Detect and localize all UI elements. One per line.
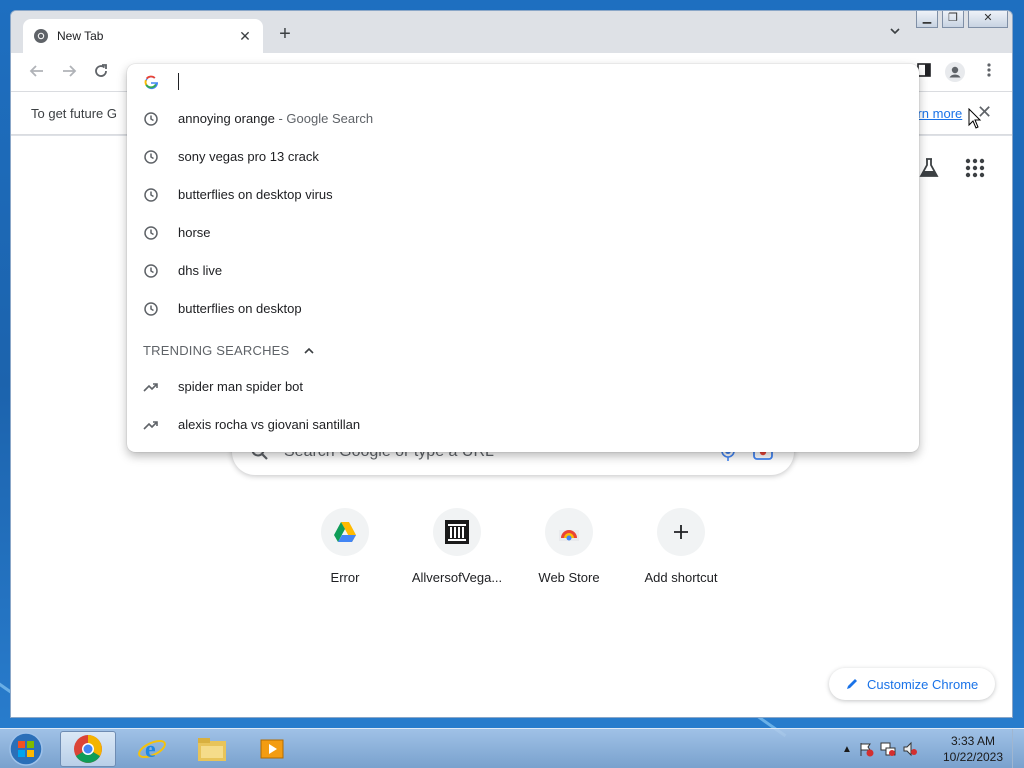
history-clock-icon	[144, 264, 158, 278]
suggestion-item[interactable]: dhs live	[127, 252, 919, 290]
labs-flask-icon[interactable]	[917, 156, 941, 180]
chevron-up-icon[interactable]	[303, 345, 315, 357]
suggestion-text: sony vegas pro 13 crack	[178, 149, 319, 164]
forward-arrow-icon[interactable]	[59, 62, 79, 82]
omnibox-dropdown: annoying orange - Google Search sony veg…	[127, 64, 919, 452]
volume-muted-icon[interactable]	[902, 741, 918, 757]
maximize-button[interactable]: ❐	[942, 11, 964, 28]
taskbar-file-explorer[interactable]	[184, 731, 240, 767]
suggestion-item[interactable]: horse	[127, 214, 919, 252]
suggestion-text: horse	[178, 225, 211, 240]
clock-time: 3:33 AM	[950, 734, 996, 748]
tab-new-tab[interactable]: New Tab ✕	[23, 19, 263, 53]
trending-searches-header[interactable]: TRENDING SEARCHES	[143, 343, 315, 358]
shortcut-label: AllversofVega...	[411, 570, 503, 585]
history-clock-icon	[144, 226, 158, 240]
new-tab-button[interactable]: +	[273, 23, 297, 47]
shortcut-label: Add shortcut	[644, 570, 718, 585]
taskbar-chrome[interactable]	[60, 731, 116, 767]
taskbar: e ▲ 3:33 AM 10/22/2023	[0, 728, 1024, 768]
google-apps-grid-icon[interactable]	[965, 158, 985, 178]
history-clock-icon	[144, 150, 158, 164]
museum-icon	[445, 520, 469, 544]
clock-date: 10/22/2023	[942, 750, 1004, 764]
reload-icon[interactable]	[91, 62, 111, 82]
history-clock-icon	[144, 302, 158, 316]
show-hidden-icons-chevron-icon[interactable]: ▲	[842, 744, 852, 755]
google-drive-icon	[334, 522, 356, 542]
svg-text:e: e	[145, 737, 156, 763]
show-desktop-button[interactable]	[1012, 729, 1024, 768]
trending-arrow-icon	[143, 421, 158, 430]
tab-title: New Tab	[57, 29, 104, 43]
trending-item[interactable]: spider man spider bot	[127, 368, 919, 406]
suggestion-item[interactable]: annoying orange - Google Search	[127, 100, 919, 138]
windows-start-button[interactable]	[6, 731, 46, 767]
browser-window: New Tab ✕ + ▁ ❐ ✕ To get future G earn m…	[10, 10, 1013, 718]
suggestion-text: annoying orange	[178, 111, 275, 126]
suggestion-text: butterflies on desktop virus	[178, 187, 333, 202]
trending-item[interactable]: alexis rocha vs giovani santillan	[127, 406, 919, 444]
customize-chrome-label: Customize Chrome	[867, 676, 979, 692]
shortcut-error[interactable]: Error	[289, 496, 401, 596]
tab-strip: New Tab ✕ + ▁ ❐ ✕	[11, 11, 1012, 53]
web-store-icon	[559, 530, 579, 541]
suggestion-description: - Google Search	[274, 111, 374, 126]
add-shortcut-button[interactable]: Add shortcut	[625, 496, 737, 596]
back-arrow-icon[interactable]	[27, 62, 47, 82]
chrome-icon	[74, 735, 102, 763]
history-clock-icon	[144, 112, 158, 126]
shortcut-label: Error	[330, 570, 360, 585]
menu-kebab-icon[interactable]	[979, 62, 999, 82]
google-g-icon	[144, 75, 159, 90]
close-icon[interactable]: ✕	[237, 28, 253, 44]
text-caret	[178, 73, 179, 90]
system-tray: ▲	[842, 737, 918, 761]
shortcuts-grid: Error AllversofVega... Web Store Add sho…	[289, 496, 739, 596]
trending-text: alexis rocha vs giovani santillan	[178, 417, 361, 432]
trending-header-label: TRENDING SEARCHES	[143, 343, 290, 358]
taskbar-media-player[interactable]	[244, 731, 300, 767]
plus-icon	[674, 525, 688, 539]
trending-text: spider man spider bot	[178, 379, 304, 394]
infobar-message: To get future G	[31, 106, 117, 121]
shortcut-label: Web Store	[538, 570, 600, 585]
suggestion-item[interactable]: sony vegas pro 13 crack	[127, 138, 919, 176]
close-window-button[interactable]: ✕	[968, 11, 1008, 28]
minimize-button[interactable]: ▁	[916, 11, 938, 28]
omnibox-input[interactable]	[127, 64, 919, 100]
file-explorer-icon	[198, 738, 226, 761]
taskbar-internet-explorer[interactable]: e	[124, 731, 180, 767]
suggestion-item[interactable]: butterflies on desktop	[127, 290, 919, 328]
action-center-flag-icon[interactable]	[858, 741, 874, 757]
taskbar-clock[interactable]: 3:33 AM 10/22/2023	[940, 733, 1006, 765]
trending-arrow-icon	[143, 383, 158, 392]
mouse-cursor-icon	[968, 108, 982, 129]
internet-explorer-icon: e	[138, 737, 166, 763]
tab-search-chevron-icon[interactable]	[885, 25, 905, 45]
shortcut-web-store[interactable]: Web Store	[513, 496, 625, 596]
suggestion-item[interactable]: butterflies on desktop virus	[127, 176, 919, 214]
media-player-icon	[260, 739, 284, 759]
network-icon[interactable]	[880, 741, 896, 757]
customize-chrome-button[interactable]: Customize Chrome	[829, 668, 995, 700]
suggestion-text: dhs live	[178, 263, 223, 278]
chrome-favicon-icon	[34, 29, 48, 43]
profile-avatar-icon[interactable]	[945, 62, 965, 82]
suggestion-text: butterflies on desktop	[178, 301, 302, 316]
pencil-icon	[847, 679, 857, 689]
history-clock-icon	[144, 188, 158, 202]
shortcut-allversofvega[interactable]: AllversofVega...	[401, 496, 513, 596]
